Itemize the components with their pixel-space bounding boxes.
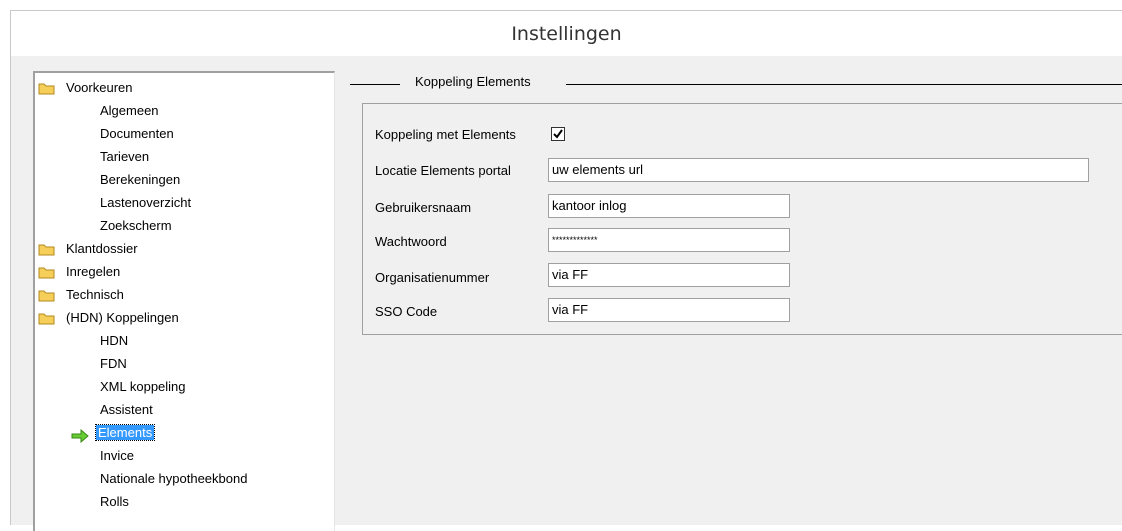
organisatienummer-input[interactable]: via FF <box>548 263 790 287</box>
tree-item-fdn[interactable]: FDN <box>100 354 127 374</box>
tree-item-documenten[interactable]: Documenten <box>100 124 174 144</box>
tree-item-technisch[interactable]: Technisch <box>66 285 124 305</box>
tree-item-assistent[interactable]: Assistent <box>100 400 153 420</box>
tree-item-elements-label: Elements <box>94 424 156 441</box>
sso-code-label: SSO Code <box>375 304 438 319</box>
tree-item-elements[interactable]: Elements <box>94 423 156 443</box>
koppeling-checkbox[interactable] <box>551 127 565 141</box>
checkmark-icon <box>553 129 563 139</box>
tree-item-rolls[interactable]: Rolls <box>100 492 129 512</box>
gebruikersnaam-label: Gebruikersnaam <box>375 200 472 215</box>
tree-item-hdn-koppelingen[interactable]: (HDN) Koppelingen <box>66 308 179 328</box>
tree-item-xml-koppeling[interactable]: XML koppeling <box>100 377 186 397</box>
tree-item-klantdossier[interactable]: Klantdossier <box>66 239 138 259</box>
groupbox-line-left <box>350 84 400 85</box>
koppeling-label: Koppeling met Elements <box>375 127 516 142</box>
wachtwoord-input[interactable]: ************* <box>548 228 790 252</box>
tree-item-algemeen[interactable]: Algemeen <box>100 101 159 121</box>
tree-item-hdn[interactable]: HDN <box>100 331 128 351</box>
tree-item-lastenoverzicht[interactable]: Lastenoverzicht <box>100 193 191 213</box>
folder-icon <box>38 83 55 95</box>
tree-item-voorkeuren[interactable]: Voorkeuren <box>66 78 133 98</box>
groupbox-title: Koppeling Elements <box>415 74 531 89</box>
tree-item-invice[interactable]: Invice <box>100 446 134 466</box>
settings-tree[interactable]: Voorkeuren Algemeen Documenten Tarieven … <box>33 71 335 531</box>
tree-item-inregelen[interactable]: Inregelen <box>66 262 120 282</box>
organisatienummer-label: Organisatienummer <box>375 270 490 285</box>
arrow-right-icon <box>71 429 89 443</box>
locatie-input[interactable]: uw elements url <box>548 158 1089 182</box>
folder-icon <box>38 313 55 325</box>
folder-icon <box>38 267 55 279</box>
gebruikersnaam-input[interactable]: kantoor inlog <box>548 194 790 218</box>
folder-icon <box>38 244 55 256</box>
folder-icon <box>38 290 55 302</box>
locatie-label: Locatie Elements portal <box>375 163 511 178</box>
tree-item-nationale-hypotheekbond[interactable]: Nationale hypotheekbond <box>100 469 247 489</box>
title-bar: Instellingen <box>10 10 1122 56</box>
wachtwoord-label: Wachtwoord <box>375 234 447 249</box>
groupbox-line-right <box>566 84 1122 85</box>
tree-item-berekeningen[interactable]: Berekeningen <box>100 170 180 190</box>
tree-item-zoekscherm[interactable]: Zoekscherm <box>100 216 172 236</box>
sso-code-input[interactable]: via FF <box>548 298 790 322</box>
window-title: Instellingen <box>511 23 622 45</box>
tree-item-tarieven[interactable]: Tarieven <box>100 147 149 167</box>
